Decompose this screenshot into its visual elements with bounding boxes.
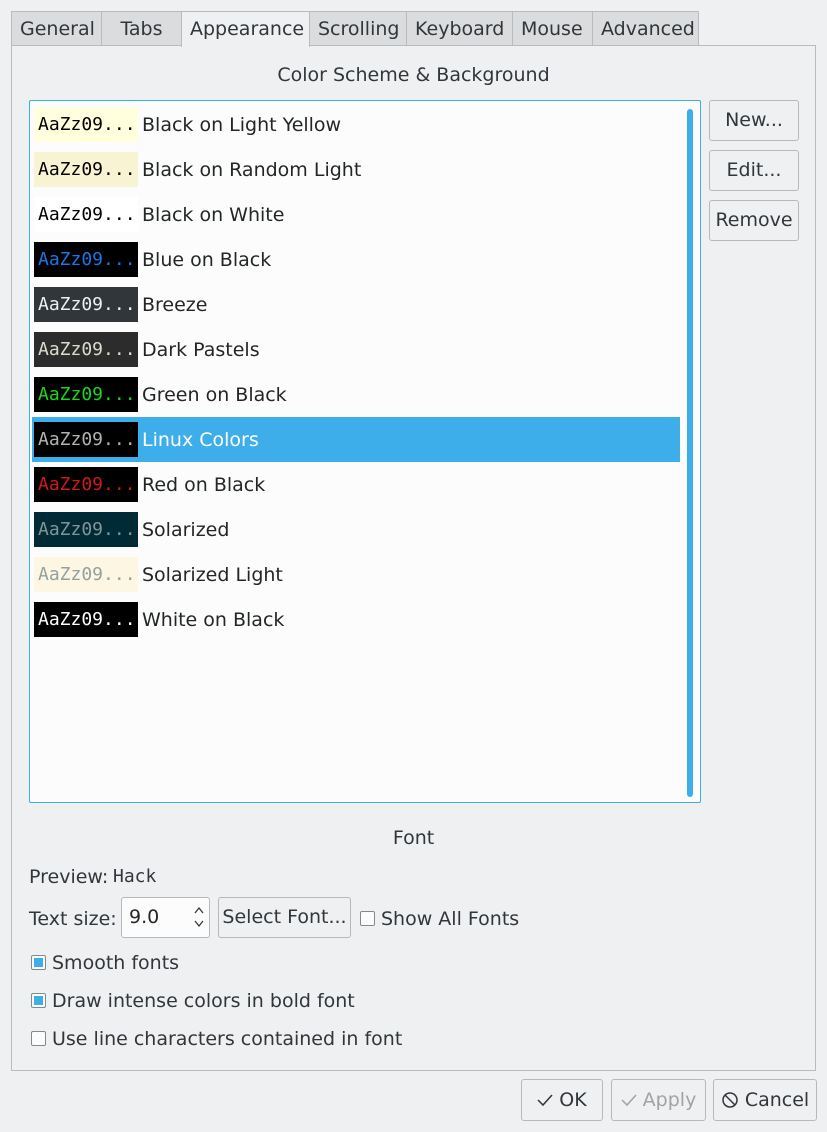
- text-size-spinbox[interactable]: 9.0: [121, 897, 210, 938]
- scheme-name: Solarized: [142, 518, 230, 541]
- preview-label: Preview:: [29, 866, 109, 888]
- show-all-fonts-checkbox[interactable]: [360, 911, 375, 926]
- color-scheme-list[interactable]: AaZz09... Black on Light Yellow AaZz09... B…: [29, 100, 701, 803]
- scheme-name: Blue on Black: [142, 248, 272, 271]
- scheme-name: Dark Pastels: [142, 338, 260, 361]
- cancel-label: Cancel: [744, 1089, 810, 1111]
- tab-appearance[interactable]: Appearance: [181, 11, 310, 47]
- tab-tabs[interactable]: Tabs: [101, 11, 182, 46]
- line-chars-checkbox[interactable]: [31, 1031, 46, 1046]
- scheme-list-item[interactable]: AaZz09... Blue on Black: [32, 237, 680, 282]
- scheme-name: Breeze: [142, 293, 208, 316]
- line-chars-label: Use line characters contained in font: [52, 1028, 403, 1050]
- scheme-preview-swatch: AaZz09...: [34, 377, 138, 412]
- edit-scheme-button[interactable]: Edit...: [709, 150, 799, 191]
- tab-bar: General Tabs Appearance Scrolling Keyboa…: [11, 11, 699, 47]
- scheme-preview-swatch: AaZz09...: [34, 512, 138, 547]
- scheme-preview-swatch: AaZz09...: [34, 332, 138, 367]
- check-icon: [537, 1094, 553, 1107]
- cancel-button[interactable]: Cancel: [713, 1079, 817, 1121]
- bold-intense-checkbox[interactable]: [31, 993, 46, 1008]
- scheme-list-item[interactable]: AaZz09... Black on Random Light: [32, 147, 680, 192]
- scheme-name: Black on Light Yellow: [142, 113, 342, 136]
- scheme-preview-swatch: AaZz09...: [34, 467, 138, 502]
- scheme-name: Green on Black: [142, 383, 287, 406]
- spin-arrows-icon[interactable]: [193, 903, 205, 931]
- scheme-preview-swatch: AaZz09...: [34, 287, 138, 322]
- tab-keyboard[interactable]: Keyboard: [406, 11, 513, 46]
- check-icon: [621, 1094, 637, 1107]
- tab-advanced[interactable]: Advanced: [592, 11, 699, 46]
- scheme-preview-swatch: AaZz09...: [34, 602, 138, 637]
- text-size-value: 9.0: [129, 906, 160, 928]
- apply-button[interactable]: Apply: [611, 1079, 706, 1121]
- cancel-icon: [722, 1092, 738, 1108]
- scheme-name: Solarized Light: [142, 563, 283, 586]
- bold-intense-label: Draw intense colors in bold font: [52, 990, 355, 1012]
- show-all-fonts-label: Show All Fonts: [381, 908, 520, 930]
- scheme-list-item[interactable]: AaZz09... Solarized: [32, 507, 680, 552]
- tab-scrolling[interactable]: Scrolling: [309, 11, 407, 46]
- scheme-preview-swatch: AaZz09...: [34, 242, 138, 277]
- tab-mouse[interactable]: Mouse: [512, 11, 593, 46]
- ok-label: OK: [559, 1089, 587, 1111]
- scheme-list-item[interactable]: AaZz09... Linux Colors: [32, 417, 680, 462]
- apply-label: Apply: [642, 1089, 697, 1111]
- scheme-name: Black on White: [142, 203, 285, 226]
- scheme-list-item[interactable]: AaZz09... Black on Light Yellow: [32, 102, 680, 147]
- font-preview: Hack: [113, 866, 157, 887]
- text-size-label: Text size:: [29, 908, 117, 930]
- select-font-button[interactable]: Select Font...: [218, 897, 351, 938]
- scheme-name: Black on Random Light: [142, 158, 362, 181]
- scheme-preview-swatch: AaZz09...: [34, 557, 138, 592]
- scheme-name: Red on Black: [142, 473, 266, 496]
- scheme-list-item[interactable]: AaZz09... Breeze: [32, 282, 680, 327]
- scheme-list-item[interactable]: AaZz09... Black on White: [32, 192, 680, 237]
- scheme-list-item[interactable]: AaZz09... White on Black: [32, 597, 680, 642]
- smooth-fonts-checkbox[interactable]: [31, 955, 46, 970]
- new-scheme-button[interactable]: New...: [709, 100, 799, 141]
- scheme-list-item[interactable]: AaZz09... Dark Pastels: [32, 327, 680, 372]
- font-section-title: Font: [392, 827, 435, 849]
- scheme-list-item[interactable]: AaZz09... Red on Black: [32, 462, 680, 507]
- smooth-fonts-label: Smooth fonts: [52, 952, 180, 974]
- appearance-panel: Color Scheme & Background AaZz09... Black…: [11, 45, 816, 1071]
- list-scrollbar[interactable]: [687, 109, 693, 797]
- scheme-preview-swatch: AaZz09...: [34, 422, 138, 457]
- ok-button[interactable]: OK: [521, 1079, 603, 1121]
- scheme-list-item[interactable]: AaZz09... Green on Black: [32, 372, 680, 417]
- scheme-name: Linux Colors: [142, 428, 259, 451]
- scheme-preview-swatch: AaZz09...: [34, 152, 138, 187]
- remove-scheme-button[interactable]: Remove: [709, 200, 799, 241]
- scheme-preview-swatch: AaZz09...: [34, 107, 138, 142]
- color-scheme-title: Color Scheme & Background: [277, 64, 550, 86]
- tab-general[interactable]: General: [11, 11, 102, 46]
- scheme-name: White on Black: [142, 608, 285, 631]
- scheme-list-item[interactable]: AaZz09... Solarized Light: [32, 552, 680, 597]
- scheme-preview-swatch: AaZz09...: [34, 197, 138, 232]
